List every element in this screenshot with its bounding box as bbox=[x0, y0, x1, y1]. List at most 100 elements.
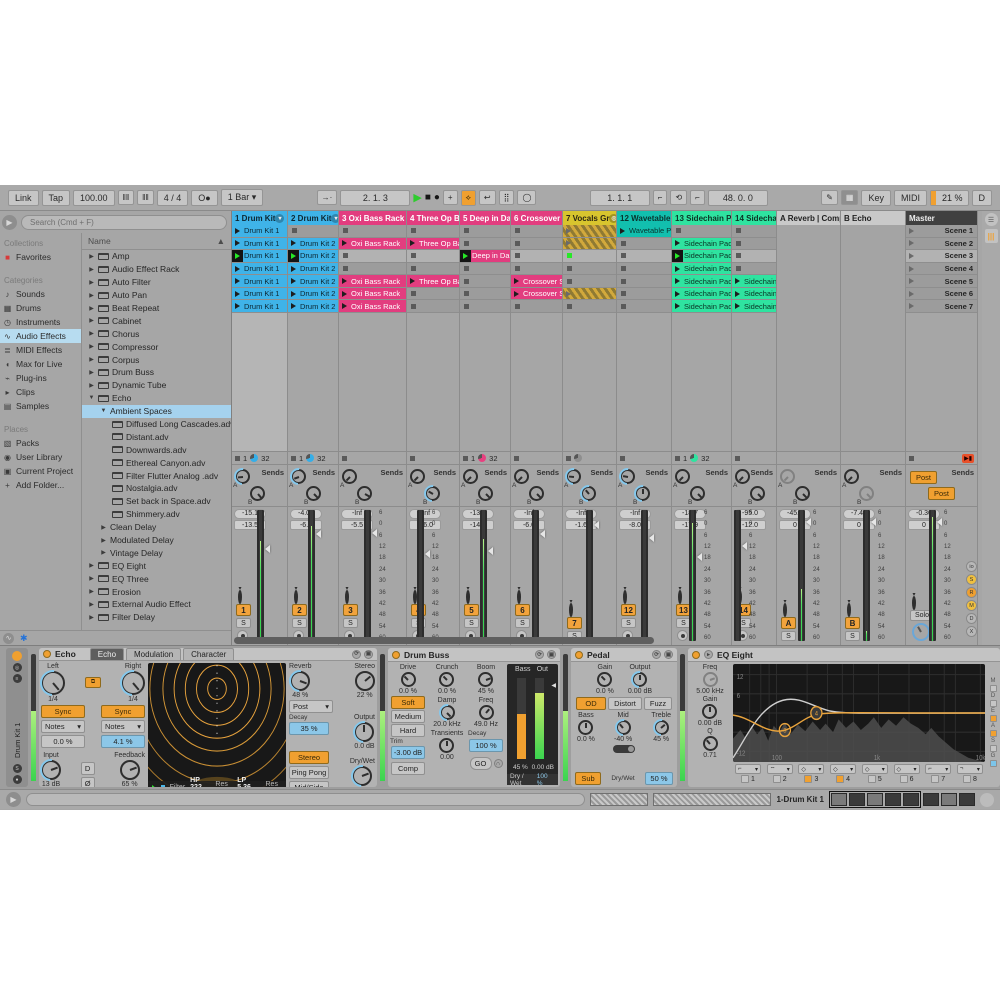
time-signature-field[interactable]: 4 / 4 bbox=[157, 190, 189, 206]
clip-stop-icon[interactable] bbox=[411, 228, 416, 233]
echo-input-knob[interactable] bbox=[41, 760, 61, 780]
scene-launch-icon[interactable] bbox=[906, 275, 917, 287]
filter-enable-icon[interactable] bbox=[161, 785, 165, 788]
clip-launch-icon[interactable] bbox=[288, 263, 299, 275]
eq-band-checkbox[interactable] bbox=[868, 775, 876, 783]
clip-slot[interactable]: Sidechain Pad bbox=[672, 300, 731, 313]
clip-slot[interactable] bbox=[460, 275, 510, 288]
fader-handle[interactable] bbox=[540, 530, 545, 538]
clip-stop-icon[interactable] bbox=[464, 241, 469, 246]
clip-launch-icon[interactable] bbox=[288, 238, 299, 250]
clip-launch-icon[interactable] bbox=[407, 238, 418, 250]
tree-item[interactable]: ▶Auto Pan bbox=[82, 289, 231, 302]
track-header[interactable]: 4 Three Op Ba bbox=[407, 211, 459, 225]
chevron-right-icon[interactable]: ▶ bbox=[88, 575, 95, 582]
clip-slot[interactable] bbox=[339, 250, 406, 263]
echo-drywet-knob[interactable] bbox=[352, 766, 372, 786]
track-header[interactable]: 1 Drum Kit▾ bbox=[232, 211, 287, 225]
clip-stop-icon[interactable] bbox=[621, 291, 626, 296]
tap-button[interactable]: Tap bbox=[42, 190, 71, 206]
clip-slot[interactable]: Oxi Bass Rack bbox=[339, 288, 406, 301]
clip-launch-icon[interactable] bbox=[732, 275, 743, 287]
echo-sync-left-button[interactable]: Sync bbox=[41, 705, 85, 718]
crunch-knob[interactable] bbox=[439, 672, 454, 687]
eq-band-toggle[interactable]: 8 bbox=[963, 775, 977, 783]
strip-box[interactable] bbox=[990, 700, 997, 707]
solo-button[interactable]: S bbox=[292, 618, 307, 628]
soft-button[interactable]: Soft bbox=[391, 696, 425, 709]
clip-stop-icon[interactable] bbox=[343, 228, 348, 233]
save-preset-icon[interactable]: ▣ bbox=[664, 650, 673, 659]
echo-stereo-mode-button[interactable]: Stereo bbox=[289, 751, 329, 764]
echo-decay-field[interactable]: 35 % bbox=[289, 722, 329, 735]
fader-handle[interactable] bbox=[806, 518, 811, 526]
eq-band-checkbox[interactable] bbox=[741, 775, 749, 783]
echo-tab[interactable]: Echo bbox=[90, 648, 124, 660]
clip-slot[interactable] bbox=[407, 288, 459, 301]
clip-launch-icon[interactable] bbox=[672, 288, 683, 300]
track-device-strip[interactable]: ◎ ≡ Drum Kit 1 S ● bbox=[6, 648, 28, 787]
scene-slot[interactable]: Scene 5 bbox=[906, 275, 977, 288]
clip-launch-icon[interactable] bbox=[232, 225, 243, 237]
fader-handle[interactable] bbox=[649, 534, 654, 542]
clip-stop-all-icon[interactable] bbox=[342, 456, 347, 461]
clip-stop-icon[interactable] bbox=[515, 241, 520, 246]
nudge-down-icon[interactable]: ‖‖ bbox=[118, 190, 135, 205]
eq-band-checkbox[interactable] bbox=[836, 775, 844, 783]
fader-area[interactable]: 606121824303642485460 bbox=[734, 510, 760, 641]
clip-launch-icon[interactable] bbox=[407, 275, 418, 287]
eq-q-knob[interactable] bbox=[703, 736, 718, 751]
sidebar-item-instruments[interactable]: ◷Instruments bbox=[0, 315, 81, 329]
clip-slot[interactable]: Drum Kit 1 bbox=[232, 225, 287, 238]
eq-gain-knob[interactable] bbox=[702, 704, 717, 719]
arrangement-overview-2[interactable] bbox=[653, 793, 771, 806]
eq-graph[interactable]: 3 4 12 6 -12 100 1k 10k bbox=[733, 664, 985, 762]
clip-launch-icon[interactable] bbox=[339, 288, 350, 300]
scene-launch-icon[interactable] bbox=[906, 263, 917, 275]
clip-slot[interactable] bbox=[563, 238, 616, 251]
tree-item[interactable]: Shimmery.adv bbox=[82, 508, 231, 521]
echo-output-knob[interactable] bbox=[354, 722, 374, 742]
echo-ducking-button[interactable]: D bbox=[81, 762, 95, 775]
clip-slot[interactable] bbox=[288, 225, 338, 238]
eq-freq-knob[interactable] bbox=[703, 672, 718, 687]
arrangement-overview[interactable] bbox=[590, 793, 648, 806]
tree-item[interactable]: ▶Dynamic Tube bbox=[82, 379, 231, 392]
eq-eight-activator-icon[interactable] bbox=[692, 651, 700, 659]
tree-item[interactable]: ▼Ambient Spaces bbox=[82, 405, 231, 418]
mixer-rail-s-button[interactable]: S bbox=[966, 574, 977, 585]
drum-buss-drywet-field[interactable]: 100 % bbox=[537, 773, 555, 787]
clip-slot[interactable] bbox=[511, 225, 562, 238]
eq-band-filter-select[interactable]: ¬▾ bbox=[957, 764, 983, 774]
eq-band-toggle[interactable]: 6 bbox=[900, 775, 914, 783]
tree-item[interactable]: Ethereal Canyon.adv bbox=[82, 456, 231, 469]
clip-launch-icon[interactable] bbox=[288, 288, 299, 300]
clip-stop-icon[interactable] bbox=[292, 228, 297, 233]
sidebar-item-plug-ins[interactable]: ⌁Plug-ins bbox=[0, 371, 81, 385]
pan-knob[interactable] bbox=[517, 590, 521, 604]
drive-knob[interactable] bbox=[401, 672, 416, 687]
clip-slot[interactable]: Crossover Sy bbox=[511, 288, 562, 301]
tree-item[interactable]: ▶Amp bbox=[82, 250, 231, 263]
track-header[interactable]: 5 Deep in Dark bbox=[460, 211, 510, 225]
tree-item[interactable]: ▶Chorus bbox=[82, 327, 231, 340]
chevron-right-icon[interactable]: ▶ bbox=[88, 317, 95, 324]
chevron-down-icon[interactable]: ▾ bbox=[275, 214, 284, 223]
clip-slot[interactable]: Oxi Bass Rack bbox=[339, 238, 406, 251]
clip-slot[interactable] bbox=[563, 288, 616, 301]
pedal-bass-knob[interactable] bbox=[578, 720, 593, 735]
chevron-down-icon[interactable]: ▼ bbox=[100, 408, 107, 414]
chain-icon[interactable]: ≡ bbox=[13, 674, 22, 683]
solo-button[interactable]: S bbox=[515, 618, 530, 628]
chevron-right-icon[interactable]: ▶ bbox=[88, 382, 95, 389]
strip-box[interactable] bbox=[990, 730, 997, 737]
scene-launch-icon[interactable] bbox=[906, 300, 917, 312]
clip-slot[interactable]: Drum Kit 2 bbox=[288, 275, 338, 288]
scene-slot[interactable]: Scene 2 bbox=[906, 238, 977, 251]
track-header[interactable]: 14 Sidechain bbox=[732, 211, 776, 225]
solo-button[interactable]: S bbox=[845, 631, 860, 641]
tree-item[interactable]: ▶Compressor bbox=[82, 340, 231, 353]
clip-launch-icon[interactable] bbox=[232, 263, 243, 275]
solo-button[interactable]: S bbox=[236, 618, 251, 628]
show-info-icon[interactable]: ▶ bbox=[6, 792, 21, 807]
